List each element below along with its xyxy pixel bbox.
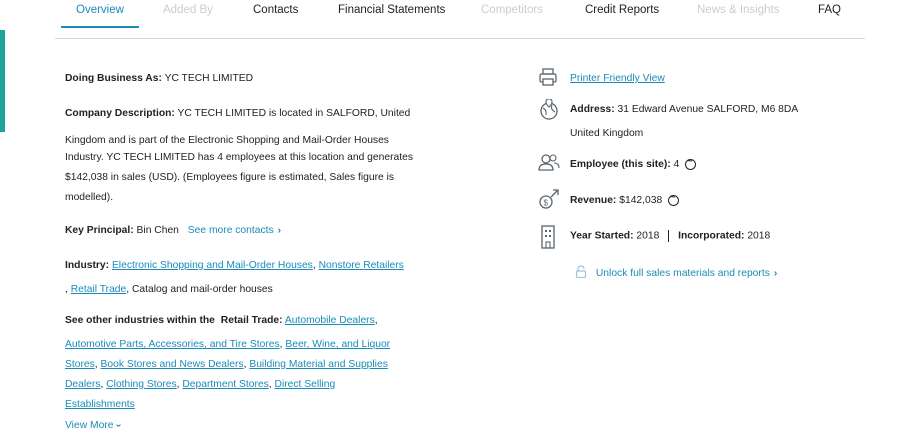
revenue-icon: $ (538, 188, 560, 210)
other-industries-sector: Retail Trade: (220, 315, 283, 326)
printer-friendly-link[interactable]: Printer Friendly View (570, 73, 665, 84)
other-industry-link[interactable]: Stores (65, 359, 95, 370)
year-started-label: Year Started: (570, 230, 634, 242)
tab-added-by: Added By (163, 4, 213, 16)
description-row: Company Description: YC TECH LIMITED is … (65, 108, 410, 119)
address-row: Address: 31 Edward Avenue SALFORD, M6 8D… (570, 104, 798, 115)
chevron-right-icon: › (773, 268, 778, 279)
other-industries-line: Automotive Parts, Accessories, and Tire … (65, 339, 391, 350)
chevron-down-icon: › (113, 423, 125, 428)
globe-pin-icon (538, 98, 560, 121)
description-line: YC TECH LIMITED is located in SALFORD, U… (177, 108, 411, 119)
tab-financial-statements[interactable]: Financial Statements (338, 4, 445, 16)
left-accent-bar (0, 30, 5, 132)
svg-text:$: $ (544, 199, 549, 208)
dba-value: YC TECH LIMITED (164, 73, 254, 84)
chevron-right-icon: › (277, 225, 282, 236)
key-principal-value: Bin Chen (136, 225, 179, 236)
other-industries-line: Dealers, Clothing Stores, Department Sto… (65, 379, 336, 390)
tab-news-insights: News & Insights (697, 4, 780, 16)
tab-bar: Overview Added By Contacts Financial Sta… (0, 0, 900, 39)
industry-label: Industry: (65, 260, 110, 271)
printer-icon (538, 67, 560, 89)
incorporated-label: Incorporated: (678, 230, 745, 242)
tab-credit-reports[interactable]: Credit Reports (585, 4, 659, 16)
other-industry-link[interactable]: Dealers (65, 379, 100, 390)
other-industry-link[interactable]: Department Stores (182, 379, 268, 390)
tabs-divider (55, 38, 865, 39)
description-line: Industry. YC TECH LIMITED has 4 employee… (65, 152, 413, 163)
dba-row: Doing Business As: YC TECH LIMITED (65, 73, 253, 84)
other-industry-link[interactable]: Automobile Dealers (285, 315, 375, 326)
see-more-contacts-link[interactable]: See more contacts (188, 225, 274, 236)
employee-label: Employee (this site): (570, 159, 671, 171)
address-line1: 31 Edward Avenue SALFORD, M6 8DA (617, 104, 799, 115)
estimate-info-icon[interactable] (668, 192, 680, 206)
tab-faq[interactable]: FAQ (818, 4, 841, 16)
other-industry-link[interactable]: Book Stores and News Dealers (101, 359, 244, 370)
revenue-value: $142,038 (619, 195, 663, 207)
description-line: Kingdom and is part of the Electronic Sh… (65, 135, 389, 146)
description-line: $142,038 in sales (USD). (Employees figu… (65, 172, 395, 183)
people-icon (538, 153, 560, 175)
other-industries-line: Stores, Book Stores and News Dealers, Bu… (65, 359, 388, 370)
active-tab-indicator (61, 26, 139, 28)
employee-value: 4 (673, 159, 680, 171)
description-label: Company Description: (65, 108, 175, 119)
industry-link[interactable]: Retail Trade (71, 284, 127, 295)
view-more-row: View More› (65, 420, 125, 431)
revenue-label: Revenue: (570, 195, 617, 207)
incorporated-value: 2018 (747, 230, 771, 242)
estimate-info-icon[interactable] (685, 156, 697, 170)
other-industries-line: Establishments (65, 399, 135, 410)
tab-contacts[interactable]: Contacts (253, 4, 298, 16)
dba-label: Doing Business As: (65, 73, 162, 84)
description-line: modelled). (65, 192, 114, 203)
address-line2: United Kingdom (570, 128, 644, 139)
view-more-link[interactable]: View More (65, 420, 113, 431)
other-industries-row: See other industries within the Retail T… (65, 315, 378, 326)
printer-row: Printer Friendly View (570, 73, 665, 84)
tab-competitors: Competitors (481, 4, 543, 16)
key-principal-label: Key Principal: (65, 225, 134, 236)
building-icon (538, 225, 560, 249)
tab-overview[interactable]: Overview (76, 4, 124, 16)
industry-row-2: , Retail Trade, Catalog and mail-order h… (65, 284, 273, 295)
other-industry-link[interactable]: Clothing Stores (106, 379, 176, 390)
separator (668, 230, 670, 242)
lock-icon (575, 265, 587, 281)
other-industry-link[interactable]: Automotive Parts, Accessories, and Tire … (65, 339, 280, 350)
industry-row: Industry: Electronic Shopping and Mail-O… (65, 260, 404, 271)
other-industry-link[interactable]: Direct Selling (275, 379, 336, 390)
unlock-sales-materials-link[interactable]: Unlock full sales materials and reports (596, 268, 770, 279)
employee-row: Employee (this site): 4 (570, 156, 697, 171)
other-industry-link[interactable]: Establishments (65, 399, 135, 410)
other-industries-label: See other industries within the (65, 315, 215, 326)
year-started-value: 2018 (636, 230, 660, 242)
other-industry-link[interactable]: Beer, Wine, and Liquor (285, 339, 390, 350)
other-industry-link[interactable]: Building Material and Supplies (249, 359, 388, 370)
address-label: Address: (570, 104, 615, 115)
industry-link[interactable]: Electronic Shopping and Mail-Order House… (112, 260, 313, 271)
industry-link[interactable]: Nonstore Retailers (319, 260, 404, 271)
revenue-row: Revenue: $142,038 (570, 192, 680, 207)
key-principal-row: Key Principal: Bin Chen See more contact… (65, 225, 281, 236)
industry-extra: Catalog and mail-order houses (132, 284, 273, 295)
year-row: Year Started: 2018 Incorporated: 2018 (570, 230, 770, 242)
unlock-row: Unlock full sales materials and reports › (575, 265, 777, 281)
